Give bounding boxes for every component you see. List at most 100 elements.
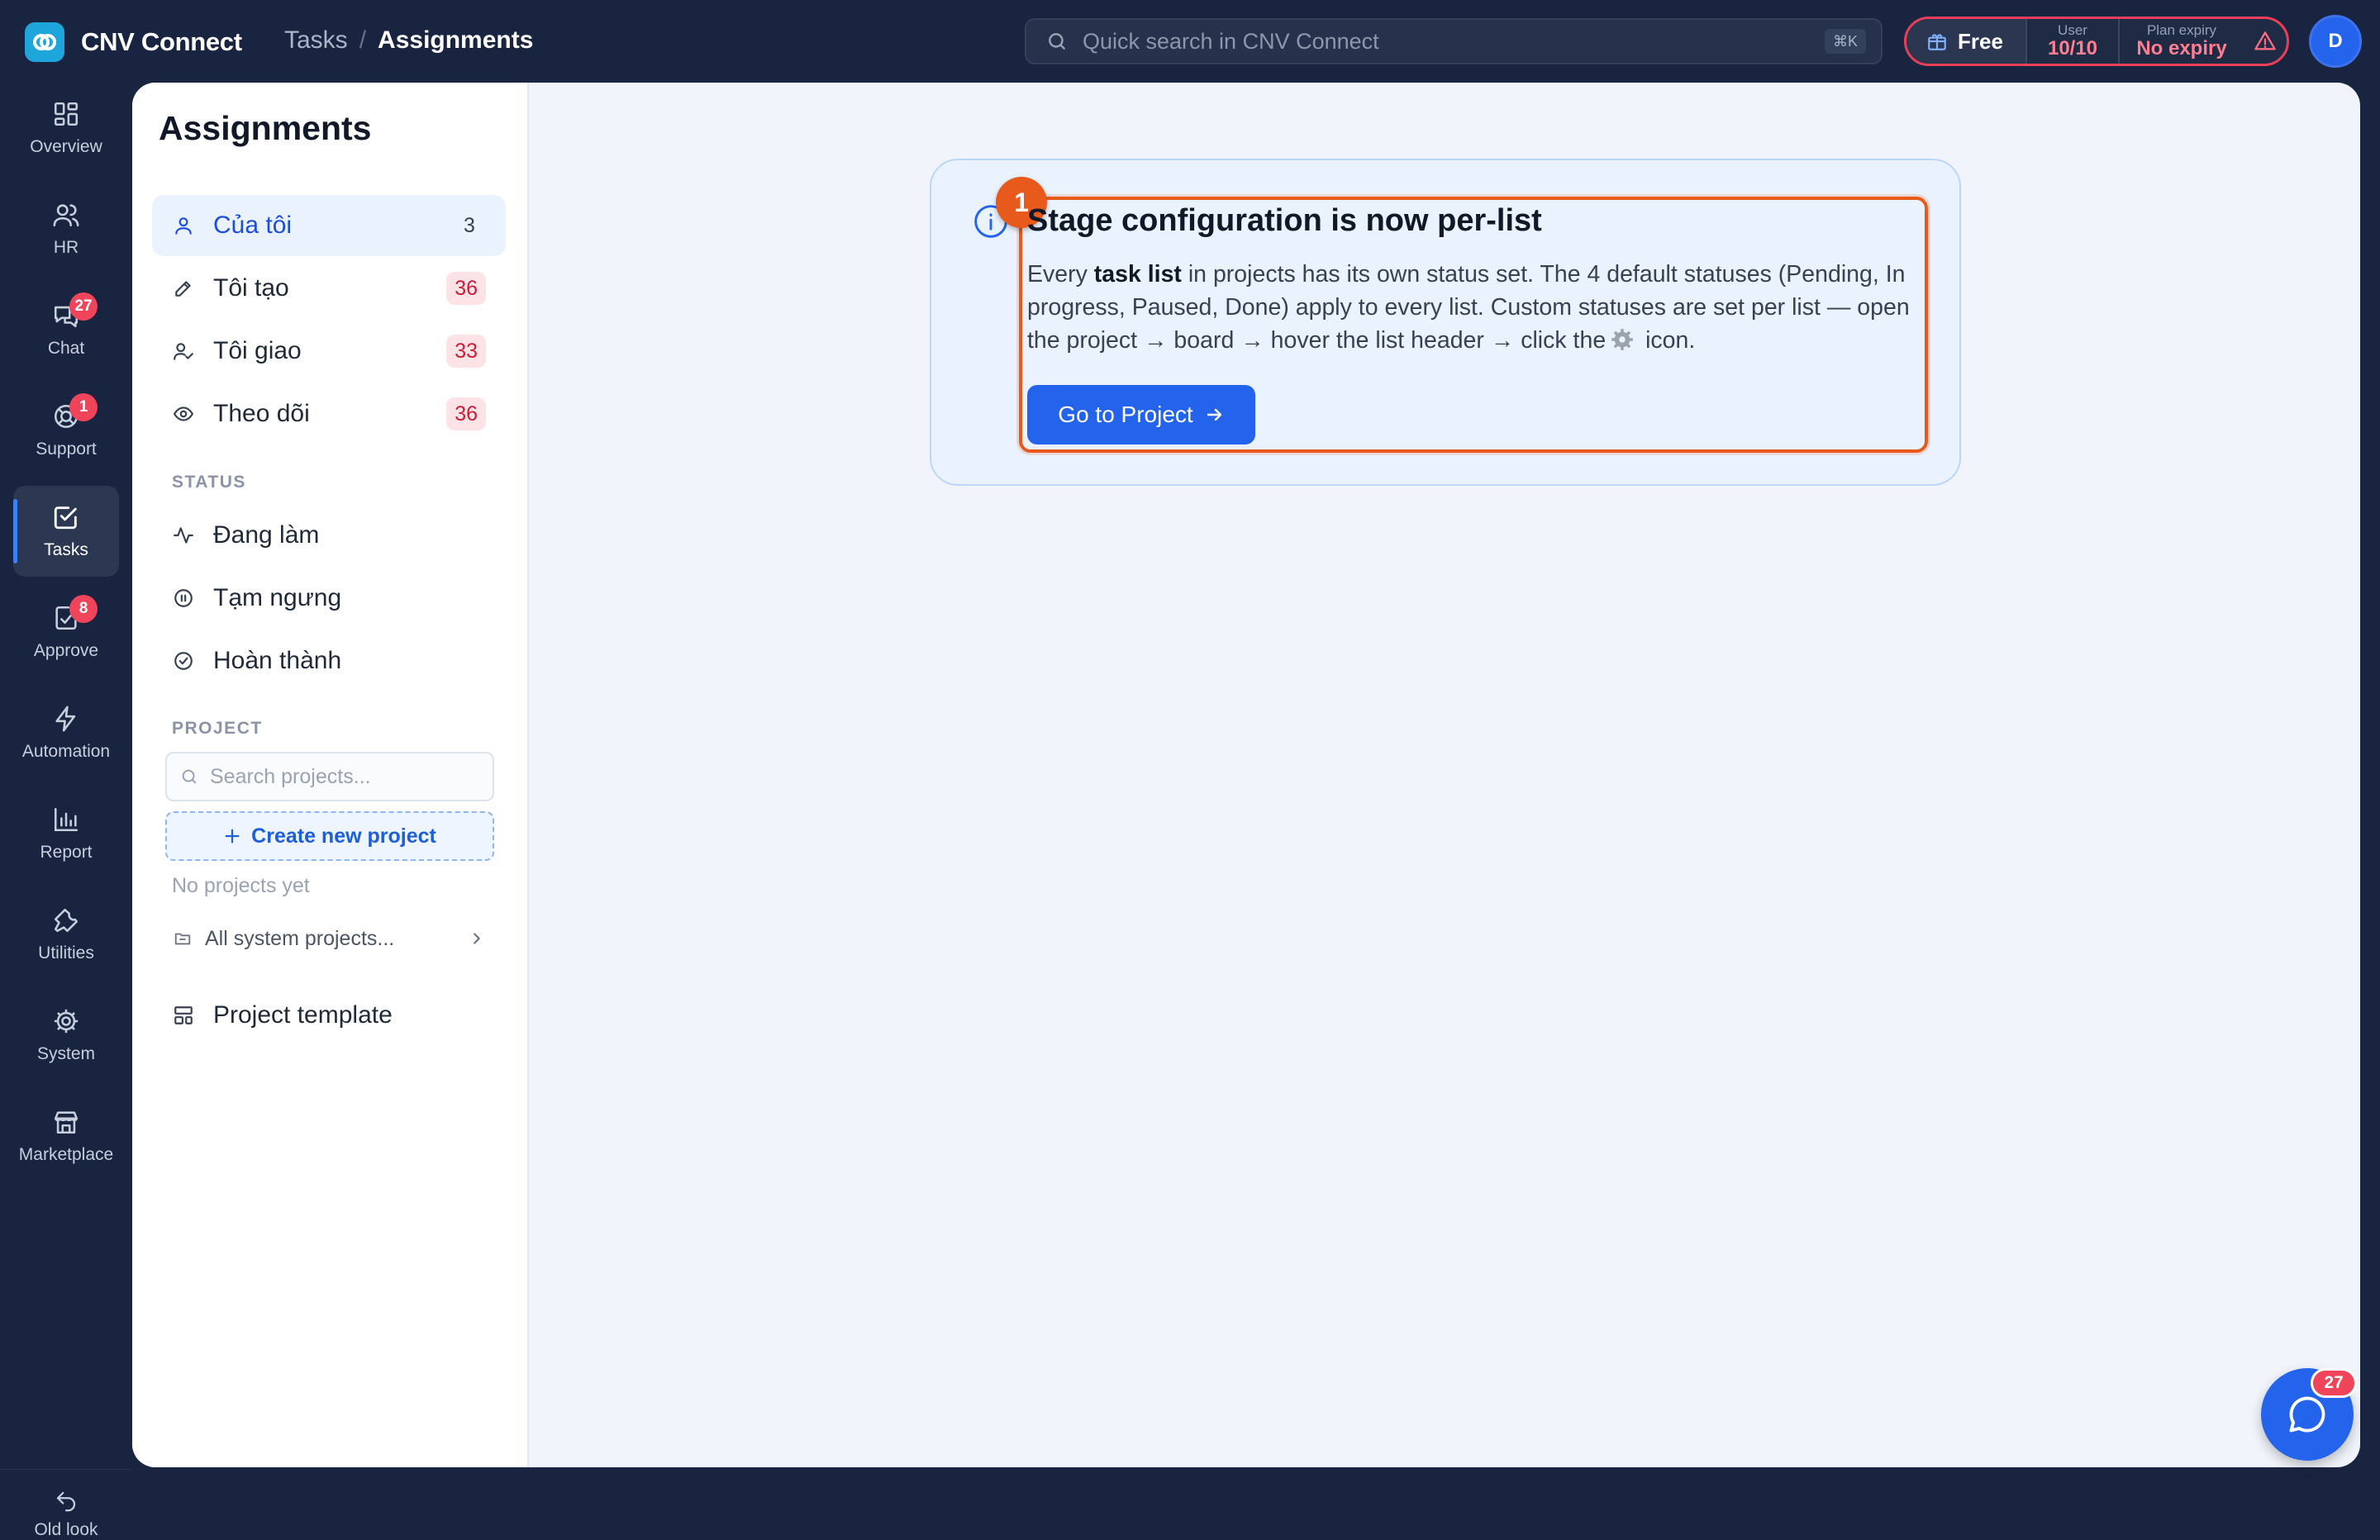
chat-icon: 27 [51,292,98,330]
all-system-projects-link[interactable]: All system projects... [165,917,494,960]
create-project-label: Create new project [251,824,436,848]
rail-label: Marketplace [18,1145,114,1164]
rail-item-hr[interactable]: HR [13,183,119,274]
plan-badge: Free [1906,19,2025,64]
view-label: Theo dõi [213,400,310,427]
rail-item-overview[interactable]: Overview [13,83,119,173]
body-bold: task list [1093,261,1182,288]
rail-label: Chat [47,339,85,358]
breadcrumb: Tasks / Assignments [284,26,533,55]
search-shortcut: ⌘K [1824,29,1866,54]
bolt-icon [51,704,81,734]
breadcrumb-separator: / [359,26,367,54]
rail-item-utilities[interactable]: Utilities [13,889,119,980]
plan-expiry-caption: Plan expiry [2146,22,2217,38]
folder-icon [174,933,191,945]
user-icon [172,214,195,237]
rail-item-support[interactable]: 1 Support [13,385,119,476]
rail-item-marketplace[interactable]: Marketplace [13,1091,119,1181]
brand[interactable]: CNV Connect [25,22,242,62]
pencil-icon [172,277,195,300]
view-label: Tôi giao [213,337,302,364]
status-label: Tạm ngưng [213,584,342,611]
view-count: 3 [464,213,475,237]
app-name: CNV Connect [81,27,242,56]
old-look-button[interactable]: Old look [13,1489,119,1540]
undo-icon [56,1491,76,1512]
plan-expiry: Plan expiry No expiry [2120,19,2244,64]
create-project-button[interactable]: Create new project [165,811,494,861]
no-projects-text: No projects yet [172,874,310,897]
search-icon [1049,33,1065,50]
rail-divider [0,1469,132,1470]
plan-expiry-value: No expiry [2136,37,2227,59]
rail-label: Utilities [38,943,94,962]
project-search-input[interactable]: Search projects... [165,752,494,801]
warning-triangle-icon [2254,31,2276,50]
status-done[interactable]: Hoàn thành [152,630,506,692]
status-heading: STATUS [172,473,246,492]
support-badge: 1 [69,393,98,421]
approve-badge: 8 [69,595,98,623]
rail-label: Support [36,440,97,459]
status-label: Hoàn thành [213,647,342,674]
view-following[interactable]: Theo dõi 36 [152,383,506,444]
plan-user-value: 10/10 [2047,37,2098,59]
rail-item-tasks[interactable]: Tasks [13,486,119,577]
gear-icon [51,1006,81,1036]
rail-item-automation[interactable]: Automation [13,687,119,778]
status-paused[interactable]: Tạm ngưng [152,568,506,629]
plan-user-count: User 10/10 [2027,19,2118,64]
rail-item-report[interactable]: Report [13,788,119,879]
project-template-link[interactable]: Project template [152,986,506,1044]
status-in-progress[interactable]: Đang làm [152,505,506,566]
body-suffix: icon. [1639,327,1696,354]
view-created-by-me[interactable]: Tôi tạo 36 [152,258,506,319]
bar-chart-icon [51,805,81,834]
rail-label: System [36,1044,95,1063]
arrow-right-icon [1207,408,1221,421]
store-icon [51,1107,81,1137]
view-label: Tôi tạo [213,274,289,302]
rail-label: Overview [30,137,102,156]
project-search-placeholder: Search projects... [210,764,371,788]
breadcrumb-tasks-link[interactable]: Tasks [284,26,348,55]
gear-icon [1611,329,1634,350]
view-mine[interactable]: Của tôi 3 [152,195,506,256]
global-search[interactable]: Quick search in CNV Connect ⌘K [1025,18,1883,64]
page-title: Assignments [159,109,372,147]
check-circle-icon [172,649,195,673]
rail-label: HR [53,238,79,257]
chevron-right-icon [474,933,480,944]
app-logo-icon [25,22,64,62]
plus-icon [225,829,240,844]
announcement-title: Stage configuration is now per-list [1027,203,1542,238]
top-bar: CNV Connect Tasks / Assignments Quick se… [0,0,2380,83]
announcement-body: Every task list in projects has its own … [1027,258,1920,357]
project-heading: PROJECT [172,719,263,738]
grid-icon [51,99,81,129]
view-assigned-by-me[interactable]: Tôi giao 33 [152,321,506,382]
rail-label: Approve [33,641,99,660]
user-avatar[interactable]: D [2309,15,2362,68]
view-count: 33 [446,335,486,368]
status-label: Đang làm [213,521,320,549]
main-panel: Assignments Của tôi 3 Tôi tạo 36 Tôi gia… [132,83,2360,1467]
wrench-icon [51,905,81,935]
task-check-icon [51,502,81,532]
search-placeholder: Quick search in CNV Connect [1083,28,1379,54]
plan-status[interactable]: Free User 10/10 Plan expiry No expiry [1904,17,2289,66]
support-icon: 1 [51,393,98,431]
go-to-project-button[interactable]: Go to Project [1027,385,1255,444]
plan-user-caption: User [2058,22,2087,38]
project-template-label: Project template [213,1001,393,1029]
view-label: Của tôi [213,212,293,239]
rail-label: Report [40,843,93,862]
activity-icon [172,524,195,547]
chat-badge: 27 [69,292,98,321]
rail-item-chat[interactable]: 27 Chat [13,284,119,375]
rail-item-approve[interactable]: 8 Approve [13,587,119,677]
go-to-project-label: Go to Project [1058,402,1193,427]
assignments-sidebar: Assignments Của tôi 3 Tôi tạo 36 Tôi gia… [132,83,529,1467]
rail-item-system[interactable]: System [13,990,119,1081]
